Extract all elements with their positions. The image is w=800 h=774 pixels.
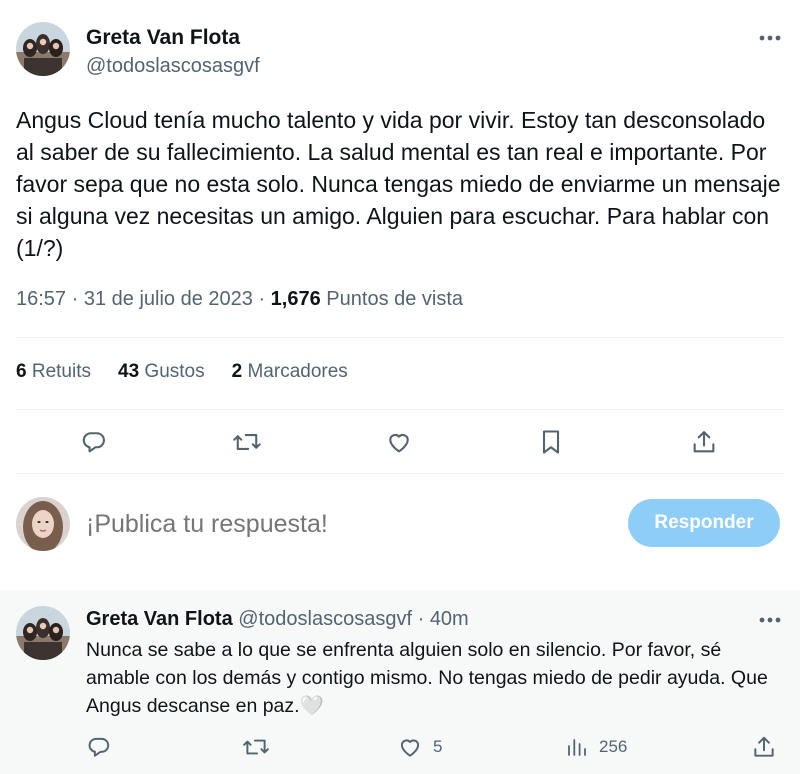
likes-count: 43 — [118, 361, 140, 382]
retweets-count: 6 — [16, 361, 27, 382]
views-label: Puntos de vista — [326, 288, 464, 310]
divider — [16, 409, 784, 410]
reply-more-options-icon[interactable] — [752, 608, 788, 632]
tweet-metadata: 16:57 · 31 de julio de 2023 · 1,676 Punt… — [16, 288, 463, 311]
reply-author-handle[interactable]: @todoslascosasgvf — [238, 608, 412, 630]
reply-button[interactable]: Responder — [628, 499, 780, 547]
reply-likes-count: 5 — [433, 737, 443, 756]
author-avatar[interactable] — [16, 22, 70, 76]
bookmarks-count: 2 — [231, 361, 243, 382]
retweet-icon[interactable] — [242, 734, 270, 760]
reply-author-avatar[interactable] — [16, 606, 70, 660]
views-count: 1,676 — [270, 288, 321, 310]
author-name[interactable]: Greta Van Flota — [86, 26, 240, 50]
reply-share-action[interactable] — [751, 732, 777, 762]
reply-icon[interactable] — [86, 734, 112, 760]
meta-separator: · — [258, 288, 271, 310]
engagement-stats: 6 Retuits 43 Gustos 2 Marcadores — [16, 361, 348, 383]
share-icon[interactable] — [686, 424, 722, 460]
likes-label: Gustos — [144, 361, 205, 382]
tweet-date[interactable]: 31 de julio de 2023 — [84, 288, 253, 310]
meta-separator: · — [71, 288, 84, 310]
likes-stat[interactable]: 43 Gustos — [118, 361, 205, 383]
bookmarks-label: Marcadores — [247, 361, 348, 382]
reply-separator: · — [417, 608, 425, 630]
reply-author-name[interactable]: Greta Van Flota — [86, 608, 233, 630]
reply-reply-action[interactable] — [86, 732, 112, 762]
like-icon[interactable] — [381, 424, 417, 460]
views-icon[interactable] — [565, 735, 589, 759]
retweet-icon[interactable] — [229, 424, 265, 460]
more-options-icon[interactable] — [752, 24, 788, 52]
bookmarks-stat[interactable]: 2 Marcadores — [232, 361, 348, 383]
author-handle[interactable]: @todoslascosasgvf — [86, 55, 260, 78]
retweets-label: Retuits — [31, 361, 91, 382]
reply-time[interactable]: 40m — [430, 608, 469, 630]
tweet-text: Angus Cloud tenía mucho talento y vida p… — [16, 107, 781, 261]
share-icon[interactable] — [751, 734, 777, 760]
bookmark-icon[interactable] — [533, 424, 569, 460]
divider — [16, 473, 784, 474]
tweet-time[interactable]: 16:57 — [16, 288, 66, 310]
reply-retweet-action[interactable] — [242, 732, 270, 762]
reply-like-action[interactable]: 5 — [397, 732, 442, 762]
reply-icon[interactable] — [76, 424, 112, 460]
like-icon[interactable] — [397, 734, 423, 760]
reply-text: Nunca se sabe a lo que se enfrenta algui… — [86, 639, 768, 717]
divider — [16, 337, 784, 338]
reply-header: Greta Van Flota @todoslascosasgvf · 40m — [86, 608, 469, 631]
user-avatar[interactable] — [16, 497, 70, 551]
retweets-stat[interactable]: 6 Retuits — [16, 361, 91, 383]
reply-views-count: 256 — [599, 737, 628, 756]
reply-views-action[interactable]: 256 — [565, 732, 627, 762]
reply-input[interactable] — [86, 506, 606, 542]
